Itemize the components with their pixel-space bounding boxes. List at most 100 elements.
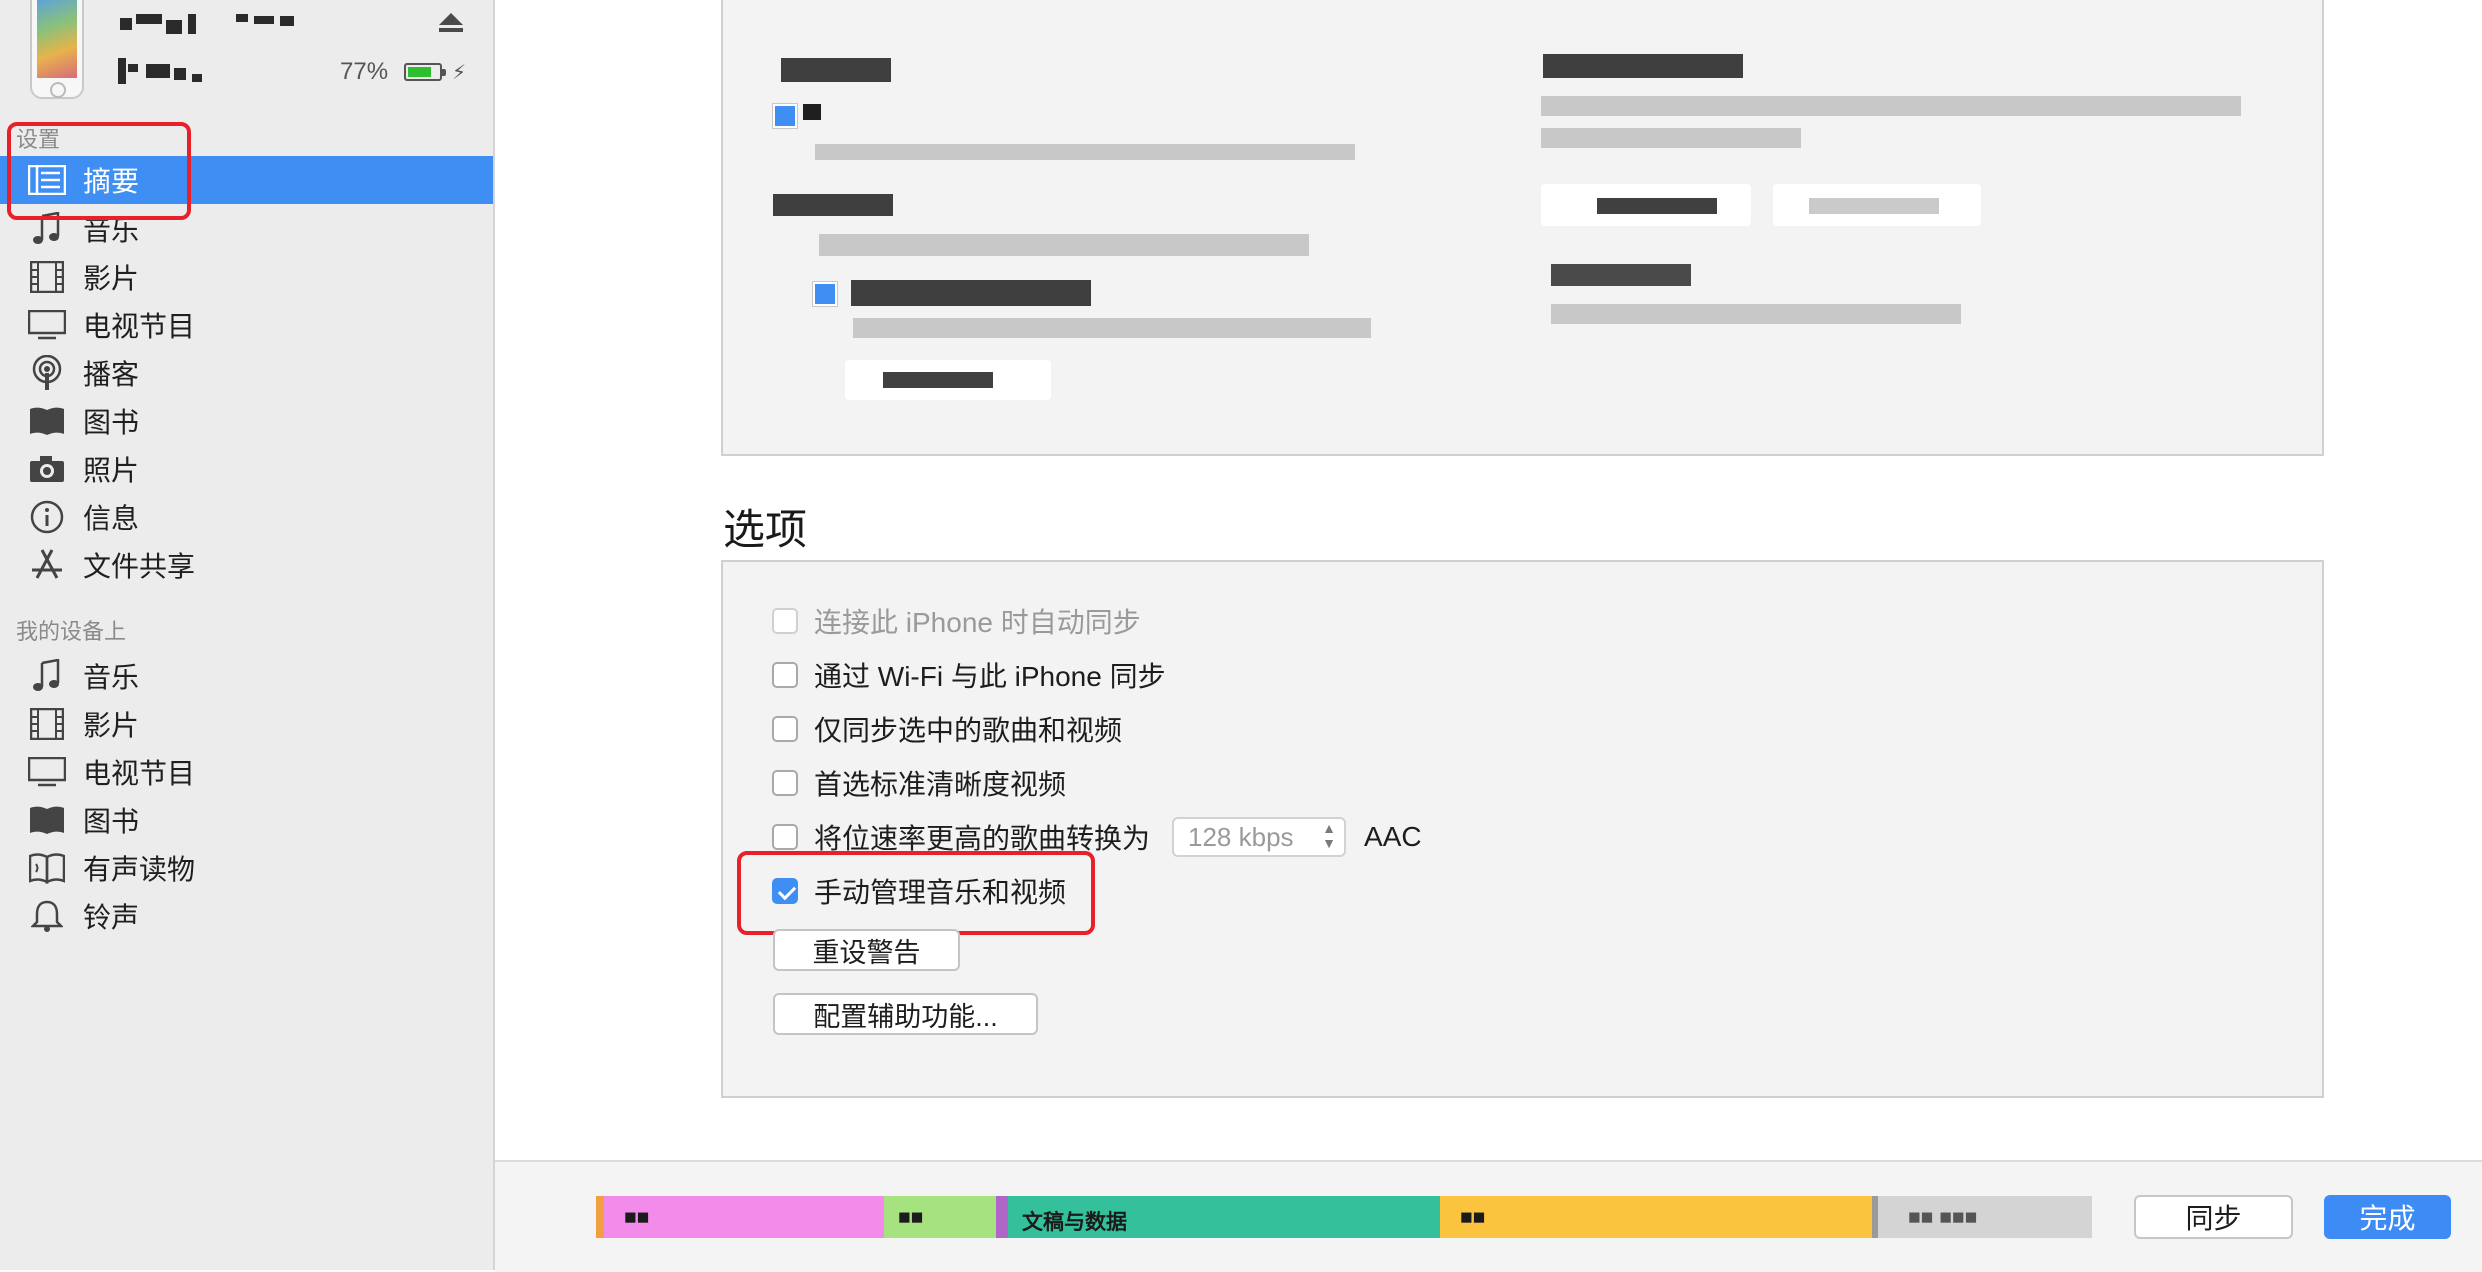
- storage-segment-label: ■■: [898, 1206, 924, 1229]
- redacted-button[interactable]: [1773, 184, 1981, 226]
- redacted-text: [1541, 96, 2241, 116]
- redacted-text: [1541, 128, 1801, 148]
- iphone-thumbnail: [30, 0, 84, 99]
- battery-percentage: 77%: [340, 58, 389, 85]
- camera-icon: [27, 449, 67, 489]
- sidebar-item-file-sharing[interactable]: 文件共享: [0, 541, 493, 589]
- configure-accessibility-button[interactable]: 配置辅助功能...: [773, 993, 1038, 1035]
- highlight-box-summary: [7, 122, 191, 220]
- storage-segment-other-data: ■■: [1440, 1196, 1872, 1238]
- backup-panel: [721, 0, 2324, 456]
- music-note-icon: [27, 656, 67, 696]
- sidebar-item-device-ringtones[interactable]: 铃声: [0, 892, 493, 940]
- option-label: 连接此 iPhone 时自动同步: [814, 607, 1141, 638]
- bitrate-value: 128 kbps: [1188, 821, 1294, 852]
- redacted-text: [851, 280, 1091, 306]
- sidebar-item-label: 信息: [83, 503, 140, 534]
- bitrate-select[interactable]: 128 kbps ▲ ▼: [1172, 817, 1347, 857]
- option-label: 仅同步选中的歌曲和视频: [814, 715, 1123, 746]
- wifi-sync-checkbox[interactable]: [772, 662, 798, 688]
- audiobook-icon: [27, 848, 67, 888]
- battery-icon: [404, 63, 446, 81]
- option-label: 首选标准清晰度视频: [814, 769, 1067, 800]
- sidebar-item-label: 电视节目: [83, 758, 196, 789]
- bell-icon: [27, 896, 67, 936]
- sidebar-item-device-music[interactable]: 音乐: [0, 652, 493, 700]
- storage-segment-other: [596, 1196, 604, 1238]
- redacted-heading: [1551, 264, 1691, 286]
- sidebar-item-label: 文件共享: [83, 551, 196, 582]
- storage-bar: ■■ ■■ 文稿与数据 ■■ ■■ ■■■: [596, 1196, 2092, 1238]
- redacted-button[interactable]: [1541, 184, 1751, 226]
- prefer-sd-video-checkbox[interactable]: [772, 770, 798, 796]
- redacted-text: [803, 104, 821, 120]
- sidebar-item-tv-shows[interactable]: 电视节目: [0, 301, 493, 349]
- sidebar-item-label: 有声读物: [83, 854, 196, 885]
- book-icon: [27, 401, 67, 441]
- convert-bitrate-checkbox[interactable]: [772, 824, 798, 850]
- sidebar-item-label: 播客: [83, 359, 140, 390]
- sidebar-item-device-audiobooks[interactable]: 有声读物: [0, 844, 493, 892]
- storage-segment-label: ■■: [624, 1206, 650, 1229]
- storage-segment-free: ■■ ■■■: [1878, 1196, 2092, 1238]
- book-icon: [27, 800, 67, 840]
- sidebar-item-label: 照片: [83, 455, 140, 486]
- sidebar-item-label: 音乐: [83, 662, 140, 693]
- sidebar-item-photos[interactable]: 照片: [0, 445, 493, 493]
- podcast-icon: [27, 353, 67, 393]
- on-device-section-header: 我的设备上: [16, 619, 127, 644]
- sidebar-item-device-books[interactable]: 图书: [0, 796, 493, 844]
- storage-segment-audio: ■■: [604, 1196, 884, 1238]
- option-prefer-sd-video[interactable]: 首选标准清晰度视频: [772, 763, 1066, 803]
- options-title: 选项: [723, 506, 808, 553]
- redacted-radio-icon[interactable]: [773, 104, 797, 128]
- redacted-heading: [781, 58, 891, 82]
- redacted-text: [1551, 304, 1961, 324]
- storage-segment-photos: ■■: [884, 1196, 996, 1238]
- sidebar-item-movies[interactable]: 影片: [0, 253, 493, 301]
- storage-segment-label: ■■ ■■■: [1908, 1206, 1978, 1229]
- redacted-checkbox-icon[interactable]: [813, 282, 837, 306]
- auto-sync-checkbox[interactable]: [772, 608, 798, 634]
- sidebar-item-info[interactable]: 信息: [0, 493, 493, 541]
- sidebar-item-label: 图书: [83, 407, 140, 438]
- sync-checked-only-checkbox[interactable]: [772, 716, 798, 742]
- stepper-arrows-icon: ▲ ▼: [1322, 820, 1337, 851]
- option-wifi-sync[interactable]: 通过 Wi-Fi 与此 iPhone 同步: [772, 655, 1166, 695]
- redacted-text: [853, 318, 1371, 338]
- option-auto-sync[interactable]: 连接此 iPhone 时自动同步: [772, 601, 1141, 641]
- sidebar-item-label: 铃声: [83, 902, 140, 933]
- done-button[interactable]: 完成: [2324, 1195, 2451, 1239]
- sidebar-item-label: 影片: [83, 263, 140, 294]
- charging-icon: ⚡: [452, 62, 467, 84]
- sidebar-item-podcasts[interactable]: 播客: [0, 349, 493, 397]
- eject-icon[interactable]: [437, 12, 465, 34]
- highlight-box-manual-manage: [737, 851, 1095, 935]
- sidebar-item-device-tv-shows[interactable]: 电视节目: [0, 748, 493, 796]
- app-store-icon: [27, 545, 67, 585]
- tv-icon: [27, 305, 67, 345]
- sidebar-item-label: 图书: [83, 806, 140, 837]
- redacted-text: [815, 144, 1355, 160]
- reset-warnings-button[interactable]: 重设警告: [773, 929, 960, 971]
- option-sync-checked-only[interactable]: 仅同步选中的歌曲和视频: [772, 709, 1122, 749]
- sidebar-item-books[interactable]: 图书: [0, 397, 493, 445]
- sync-button[interactable]: 同步: [2134, 1195, 2293, 1239]
- storage-segment-documents: 文稿与数据: [1008, 1196, 1440, 1238]
- sidebar-item-device-movies[interactable]: 影片: [0, 700, 493, 748]
- device-header: 77% ⚡: [0, 0, 493, 105]
- sidebar-item-label: 影片: [83, 710, 140, 741]
- tv-icon: [27, 752, 67, 792]
- storage-segment-label: ■■: [1460, 1206, 1486, 1229]
- option-label: 通过 Wi-Fi 与此 iPhone 同步: [814, 661, 1166, 692]
- redacted-heading: [773, 194, 893, 216]
- redacted-button[interactable]: [845, 360, 1051, 400]
- sidebar-item-label: 电视节目: [83, 311, 196, 342]
- redacted-text: [819, 234, 1309, 256]
- bitrate-format: AAC: [1364, 821, 1422, 852]
- film-icon: [27, 704, 67, 744]
- film-icon: [27, 257, 67, 297]
- sidebar: 77% ⚡ 设置 摘要 音乐 影片 电视节目 播客 图书 照片 信息 文件共享 …: [0, 0, 495, 1270]
- info-icon: [27, 497, 67, 537]
- storage-segment-label: 文稿与数据: [1022, 1211, 1127, 1234]
